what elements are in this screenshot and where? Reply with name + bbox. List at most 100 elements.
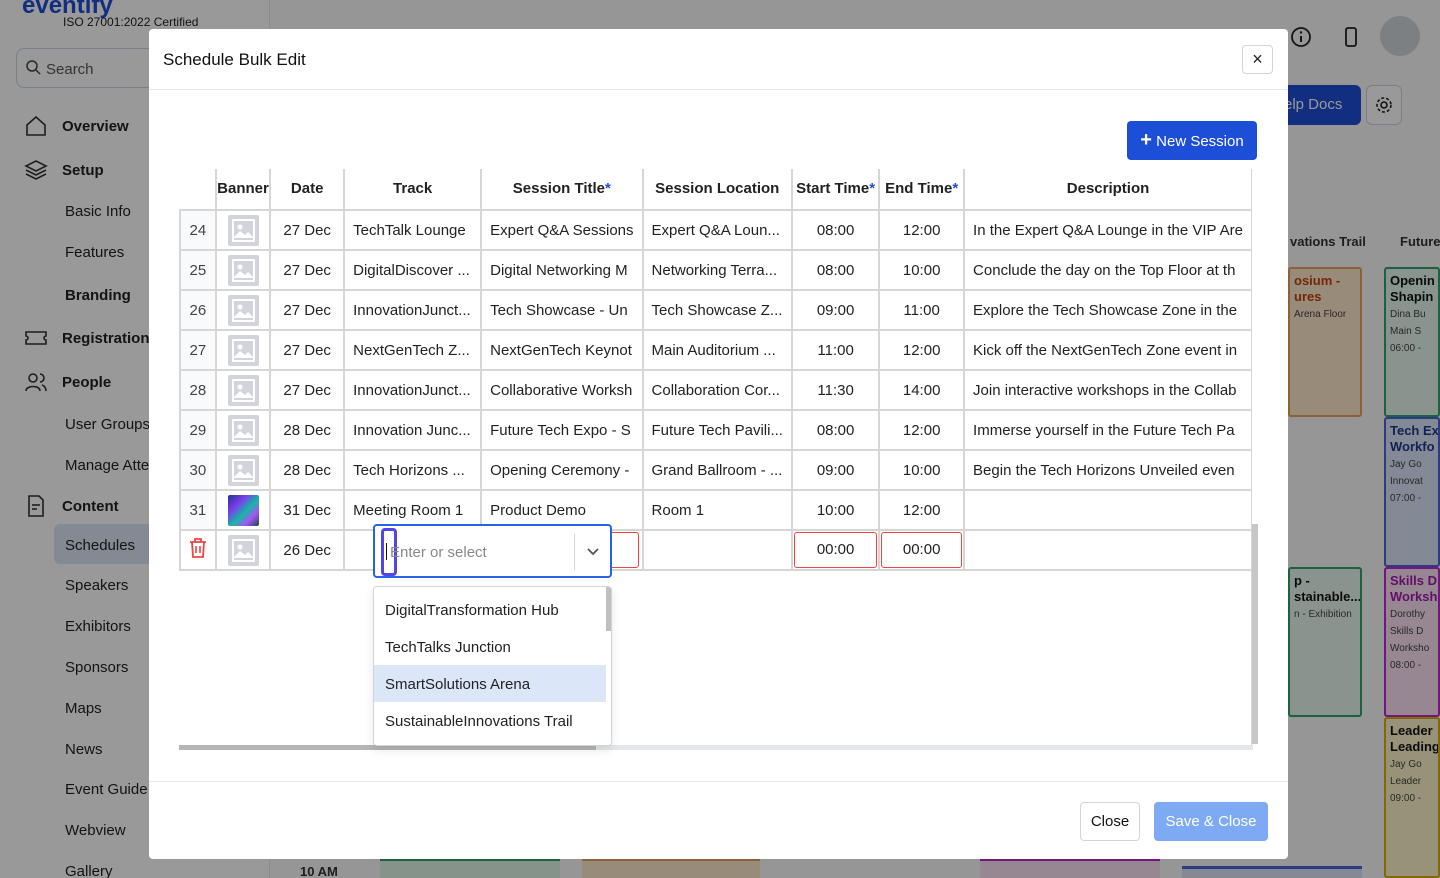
dropdown-option[interactable]: DigitalTransformation Hub	[374, 591, 606, 628]
scrollbar-thumb[interactable]	[1252, 524, 1258, 744]
session-title-cell[interactable]: Future Tech Expo - S	[480, 409, 644, 451]
trash-icon[interactable]	[188, 537, 208, 559]
image-placeholder-icon[interactable]	[227, 374, 259, 406]
banner-image[interactable]	[227, 494, 259, 526]
track-cell[interactable]: TechTalk Lounge	[343, 209, 483, 251]
description-cell[interactable]	[963, 489, 1253, 531]
date-cell[interactable]: 27 Dec	[269, 249, 346, 291]
session-location-cell[interactable]	[641, 529, 793, 571]
start-time-cell[interactable]: 00:00	[790, 529, 881, 571]
description-cell[interactable]: Immerse yourself in the Future Tech Pa	[963, 409, 1253, 451]
modal-header: Schedule Bulk Edit ×	[149, 29, 1288, 90]
save-and-close-button[interactable]: Save & Close	[1154, 802, 1268, 841]
end-time-cell[interactable]: 12:00	[878, 489, 966, 531]
description-cell[interactable]: Conclude the day on the Top Floor at th	[963, 249, 1253, 291]
banner-cell[interactable]	[214, 369, 272, 411]
image-placeholder-icon[interactable]	[227, 534, 259, 566]
track-cell[interactable]: InnovationJunct...	[343, 289, 483, 331]
date-cell[interactable]: 28 Dec	[269, 409, 346, 451]
banner-cell[interactable]	[214, 449, 272, 491]
dropdown-option-highlighted[interactable]: SmartSolutions Arena	[374, 665, 606, 702]
end-time-cell[interactable]: 12:00	[878, 409, 966, 451]
session-location-cell[interactable]: Networking Terra...	[641, 249, 793, 291]
col-header-track: Track	[343, 169, 483, 211]
date-cell[interactable]: 27 Dec	[269, 289, 346, 331]
date-cell[interactable]: 28 Dec	[269, 449, 346, 491]
end-time-input[interactable]: 00:00	[881, 532, 963, 568]
start-time-cell[interactable]: 08:00	[790, 249, 881, 291]
col-header-label: End Time	[885, 180, 953, 197]
end-time-cell[interactable]: 10:00	[878, 449, 966, 491]
close-icon[interactable]: ×	[1242, 45, 1273, 74]
description-cell[interactable]: Kick off the NextGenTech Zone event in	[963, 329, 1253, 371]
date-cell[interactable]: 27 Dec	[269, 329, 346, 371]
session-location-cell[interactable]: Grand Ballroom - ...	[641, 449, 793, 491]
image-placeholder-icon[interactable]	[227, 214, 259, 246]
end-time-cell[interactable]: 10:00	[878, 249, 966, 291]
horizontal-scrollbar[interactable]	[179, 745, 1253, 750]
description-cell[interactable]: Join interactive workshops in the Collab	[963, 369, 1253, 411]
new-session-row: 26 Dec 00:00 00:00	[179, 529, 1253, 571]
description-cell[interactable]: Explore the Tech Showcase Zone in the	[963, 289, 1253, 331]
scrollbar-thumb[interactable]	[606, 587, 611, 631]
date-cell[interactable]: 27 Dec	[269, 369, 346, 411]
new-session-button[interactable]: + New Session	[1127, 121, 1257, 160]
start-time-cell[interactable]: 09:00	[790, 289, 881, 331]
start-time-input[interactable]: 00:00	[793, 532, 878, 568]
image-placeholder-icon[interactable]	[227, 294, 259, 326]
description-cell[interactable]	[963, 529, 1253, 571]
track-cell[interactable]: Tech Horizons ...	[343, 449, 483, 491]
end-time-cell[interactable]: 12:00	[878, 329, 966, 371]
date-cell[interactable]: 31 Dec	[269, 489, 346, 531]
end-time-cell[interactable]: 00:00	[878, 529, 966, 571]
description-cell[interactable]: In the Expert Q&A Lounge in the VIP Are	[963, 209, 1253, 251]
start-time-cell[interactable]: 10:00	[790, 489, 881, 531]
end-time-cell[interactable]: 14:00	[878, 369, 966, 411]
dropdown-option[interactable]: TechTalks Junction	[374, 628, 606, 665]
image-placeholder-icon[interactable]	[227, 254, 259, 286]
session-title-cell[interactable]: Digital Networking M	[480, 249, 644, 291]
banner-cell[interactable]	[214, 329, 272, 371]
start-time-cell[interactable]: 11:30	[790, 369, 881, 411]
banner-cell[interactable]	[214, 289, 272, 331]
session-location-cell[interactable]: Main Auditorium ...	[641, 329, 793, 371]
close-button[interactable]: Close	[1080, 802, 1140, 841]
start-time-cell[interactable]: 11:00	[790, 329, 881, 371]
end-time-cell[interactable]: 11:00	[878, 289, 966, 331]
session-location-cell[interactable]: Tech Showcase Z...	[641, 289, 793, 331]
dropdown-scrollbar[interactable]	[606, 587, 611, 745]
chevron-down-icon[interactable]	[586, 544, 600, 558]
dropdown-option[interactable]: SustainableInnovations Trail	[374, 702, 606, 739]
session-location-cell[interactable]: Expert Q&A Loun...	[641, 209, 793, 251]
date-cell[interactable]: 27 Dec	[269, 209, 346, 251]
banner-cell[interactable]	[214, 209, 272, 251]
vertical-scrollbar[interactable]	[1251, 169, 1258, 749]
session-title-cell[interactable]: Opening Ceremony -	[480, 449, 644, 491]
session-location-cell[interactable]: Collaboration Cor...	[641, 369, 793, 411]
image-placeholder-icon[interactable]	[227, 454, 259, 486]
date-cell[interactable]: 26 Dec	[269, 529, 346, 571]
start-time-cell[interactable]: 08:00	[790, 209, 881, 251]
banner-cell[interactable]	[214, 489, 272, 531]
banner-cell[interactable]	[214, 249, 272, 291]
track-cell[interactable]: NextGenTech Z...	[343, 329, 483, 371]
track-cell[interactable]: DigitalDiscover ...	[343, 249, 483, 291]
session-title-cell[interactable]: NextGenTech Keynot	[480, 329, 644, 371]
image-placeholder-icon[interactable]	[227, 414, 259, 446]
banner-cell[interactable]	[214, 409, 272, 451]
session-location-cell[interactable]: Room 1	[641, 489, 793, 531]
session-title-cell[interactable]: Tech Showcase - Un	[480, 289, 644, 331]
image-placeholder-icon[interactable]	[227, 334, 259, 366]
start-time-cell[interactable]: 09:00	[790, 449, 881, 491]
track-cell[interactable]: InnovationJunct...	[343, 369, 483, 411]
track-combobox[interactable]: Enter or select	[373, 524, 612, 578]
session-title-cell[interactable]: Expert Q&A Sessions	[480, 209, 644, 251]
description-cell[interactable]: Begin the Tech Horizons Unveiled even	[963, 449, 1253, 491]
session-title-cell[interactable]: Collaborative Worksh	[480, 369, 644, 411]
banner-cell[interactable]	[214, 529, 272, 571]
start-time-cell[interactable]: 08:00	[790, 409, 881, 451]
delete-cell[interactable]	[179, 529, 217, 571]
session-location-cell[interactable]: Future Tech Pavili...	[641, 409, 793, 451]
end-time-cell[interactable]: 12:00	[878, 209, 966, 251]
track-cell[interactable]: Innovation Junc...	[343, 409, 483, 451]
